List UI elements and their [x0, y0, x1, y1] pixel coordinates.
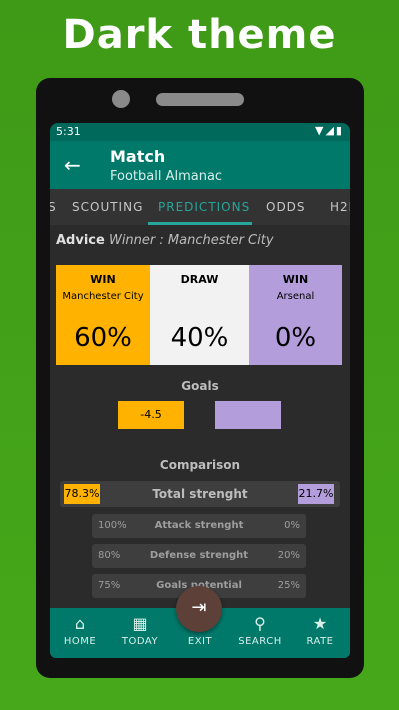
row-away-value: 0%: [284, 520, 300, 531]
home-icon: ⌂: [74, 614, 86, 633]
row-away-value: 20%: [277, 550, 300, 561]
calendar-icon: ▦: [132, 614, 148, 633]
result-label: DRAW: [180, 273, 219, 286]
result-percent: 0%: [274, 323, 317, 353]
row-label: Attack strenght: [154, 520, 244, 531]
result-label: WIN: [90, 273, 116, 286]
status-time: 5:31: [56, 125, 81, 138]
goals-away-box: [215, 401, 281, 429]
nav-label: TODAY: [121, 636, 159, 647]
result-team: Manchester City: [62, 291, 144, 302]
star-icon: ★: [312, 614, 328, 633]
row-away-value: 25%: [277, 580, 300, 591]
status-icons: ▼◢▮: [315, 124, 344, 137]
nav-label: SEARCH: [238, 636, 282, 647]
promo-title: Dark theme: [62, 12, 337, 58]
nav-label: HOME: [63, 636, 97, 647]
tab-scouting[interactable]: SCOUTING: [72, 200, 143, 214]
speaker: [156, 93, 244, 106]
predictions-content: Advice Winner : Manchester City WIN Manc…: [50, 225, 350, 608]
advice-text: Winner : Manchester City: [108, 233, 274, 248]
tab-bar: S SCOUTING PREDICTIONS ODDS H2H: [50, 189, 350, 225]
goals-home-box: -4.5: [118, 401, 184, 429]
comparison-heading: Comparison: [159, 458, 241, 472]
nav-label: RATE: [306, 636, 334, 647]
nav-today[interactable]: ▦ TODAY: [110, 614, 170, 647]
back-arrow-icon[interactable]: ←: [64, 153, 81, 177]
phone-frame: 5:31 ▼◢▮ ← Match Football Almanac S SCOU…: [36, 78, 364, 678]
app-screen: 5:31 ▼◢▮ ← Match Football Almanac S SCOU…: [50, 123, 350, 658]
app-bar-subtitle: Football Almanac: [110, 169, 223, 184]
result-away-win: WIN Arsenal 0%: [249, 265, 342, 365]
result-home-win: WIN Manchester City 60%: [56, 265, 150, 365]
nav-search[interactable]: ⚲ SEARCH: [230, 614, 290, 647]
result-draw: DRAW 40%: [150, 265, 249, 365]
nav-rate[interactable]: ★ RATE: [290, 614, 350, 647]
nav-label: EXIT: [187, 636, 213, 647]
tab-partial-left[interactable]: S: [50, 200, 57, 214]
tab-predictions[interactable]: PREDICTIONS: [158, 200, 250, 214]
nav-home[interactable]: ⌂ HOME: [50, 614, 110, 647]
exit-icon: ⇥: [191, 597, 207, 618]
exit-fab-button[interactable]: ⇥: [176, 586, 222, 632]
row-label: Defense strenght: [149, 550, 249, 561]
tab-h2h[interactable]: H2H: [330, 200, 350, 214]
comparison-row-attack: 100% Attack strenght 0%: [92, 514, 306, 538]
total-strength-row: 78.3% Total strenght 21.7%: [60, 481, 340, 507]
result-percent: 60%: [74, 323, 132, 353]
result-label: WIN: [282, 273, 309, 286]
goals-heading: Goals: [181, 379, 219, 393]
result-percent: 40%: [170, 323, 229, 353]
status-bar: 5:31 ▼◢▮: [50, 123, 350, 141]
search-icon: ⚲: [254, 614, 266, 633]
camera: [112, 90, 130, 108]
result-team: Arsenal: [276, 291, 315, 302]
comparison-row-defense: 80% Defense strenght 20%: [92, 544, 306, 568]
advice-line: Advice Winner : Manchester City: [56, 233, 274, 248]
advice-label: Advice: [56, 233, 105, 248]
total-away-value: 21.7%: [298, 484, 334, 504]
app-bar-title: Match: [110, 147, 166, 166]
tab-odds[interactable]: ODDS: [266, 200, 306, 214]
app-bar: ← Match Football Almanac: [50, 141, 350, 189]
